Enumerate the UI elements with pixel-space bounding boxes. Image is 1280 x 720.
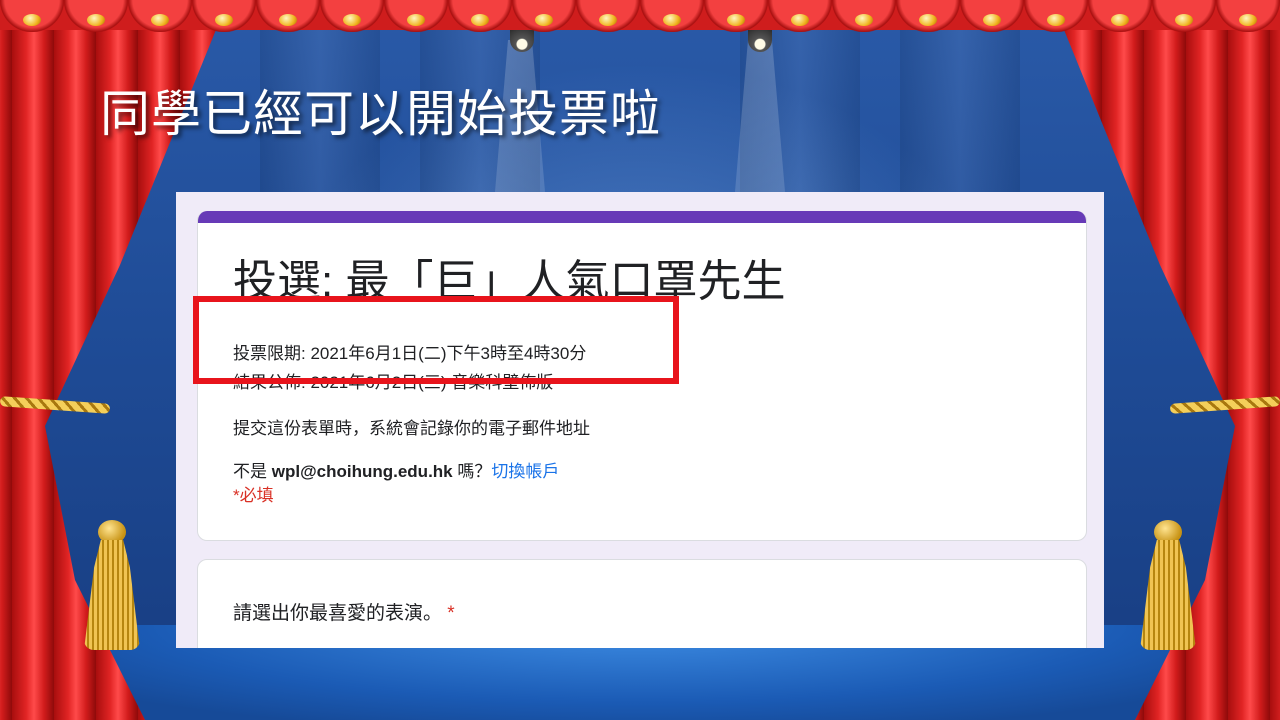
required-note: *必填 <box>233 486 274 505</box>
switch-account-link[interactable]: 切換帳戶 <box>491 462 559 481</box>
account-suffix: 嗎？ <box>452 462 492 481</box>
curtain-valance <box>0 0 1280 32</box>
question-title: 請選出你最喜愛的表演。 * <box>233 598 455 625</box>
account-prefix: 不是 <box>233 462 272 481</box>
slide-title: 同學已經可以開始投票啦 <box>100 85 661 143</box>
email-record-notice: 提交這份表單時，系統會記錄你的電子郵件地址 <box>233 419 590 438</box>
account-email: wpl@choihung.edu.hk <box>271 462 453 481</box>
question-text: 請選出你最喜愛的表演。 <box>233 603 443 624</box>
form-accent-bar <box>198 211 1086 223</box>
required-asterisk: * <box>447 603 455 624</box>
highlight-box <box>193 296 679 384</box>
account-line: 不是 wpl@choihung.edu.hk 嗎？切換帳戶 <box>233 457 559 482</box>
google-form-screenshot: 投選: 最「巨」人氣口罩先生 投票限期: 2021年6月1日(二)下午3時至4時… <box>176 192 1104 648</box>
question-card: 請選出你最喜愛的表演。 * <box>197 559 1087 648</box>
